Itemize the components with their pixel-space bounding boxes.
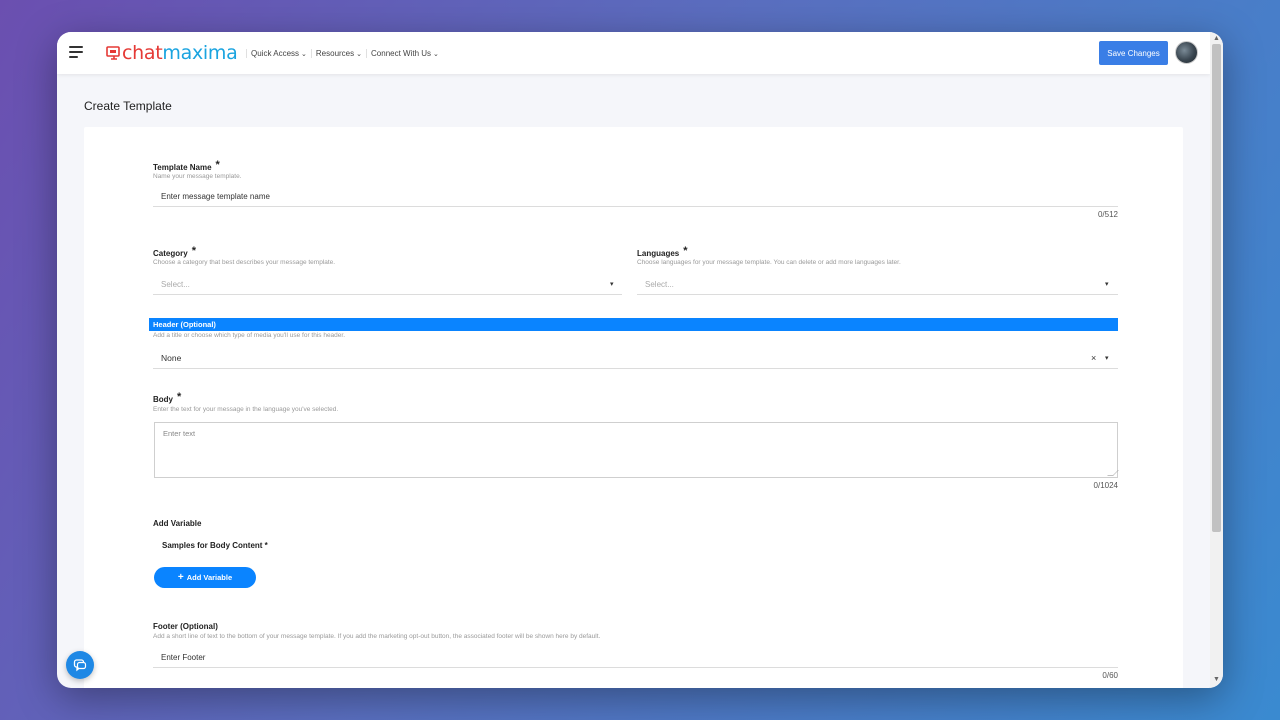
footer-input[interactable]: Enter Footer [153, 648, 1118, 668]
template-name-counter: 0/512 [1097, 210, 1118, 219]
label-text: Category [153, 249, 188, 258]
app-window: chat maxima Quick Access ⌄ Resources ⌄ Conn… [57, 32, 1223, 688]
required-star: * [191, 245, 196, 257]
logo-text-chat: chat [122, 42, 163, 64]
samples-body-content-label: Samples for Body Content * [162, 541, 268, 550]
chevron-down-icon[interactable]: ▾ [1105, 354, 1109, 362]
hamburger-icon[interactable] [69, 46, 83, 58]
logo-monitor-icon [106, 46, 120, 60]
label-text: Template Name [153, 163, 212, 172]
required-star: * [215, 159, 220, 171]
form-card: Template Name * Name your message templat… [84, 127, 1183, 688]
chevron-down-icon[interactable]: ▾ [1105, 280, 1109, 288]
body-label: Body * [153, 391, 182, 405]
footer-counter: 0/60 [1102, 671, 1118, 680]
chevron-down-icon: ⌄ [301, 51, 307, 58]
footer-hint: Add a short line of text to the bottom o… [153, 633, 601, 640]
nav-menu: Quick Access ⌄ Resources ⌄ Connect With Us… [246, 49, 443, 58]
scroll-up-arrow-icon[interactable]: ▲ [1213, 35, 1220, 42]
languages-hint: Choose languages for your message templa… [637, 259, 901, 266]
plus-icon: + [177, 572, 184, 583]
scroll-thumb[interactable] [1212, 44, 1221, 532]
template-name-input[interactable]: Enter message template name [153, 187, 1118, 207]
nav-resources[interactable]: Resources ⌄ [310, 49, 366, 58]
body-textarea[interactable]: Enter text [154, 422, 1119, 478]
chat-bubble-icon [73, 659, 87, 672]
languages-select[interactable]: Select... [637, 274, 1118, 295]
nav-label: Quick Access [251, 49, 300, 58]
vertical-scrollbar[interactable]: ▲ ▼ [1210, 32, 1223, 688]
category-hint: Choose a category that best describes yo… [153, 259, 336, 266]
body-placeholder: Enter text [163, 429, 196, 438]
save-changes-button[interactable]: Save Changes [1099, 41, 1168, 65]
label-text: Body [153, 395, 173, 404]
nav-label: Connect With Us [371, 49, 432, 58]
languages-label: Languages * [637, 245, 688, 259]
footer-label: Footer (Optional) [153, 622, 218, 631]
logo-text-maxima: maxima [162, 42, 238, 64]
clear-icon[interactable]: × [1091, 353, 1096, 363]
header-select[interactable]: None [153, 347, 1118, 369]
add-variable-button[interactable]: + Add Variable [154, 567, 256, 588]
chevron-down-icon: ⌄ [356, 51, 363, 58]
chat-support-button[interactable] [66, 651, 94, 679]
required-star: * [683, 245, 688, 257]
nav-label: Resources [315, 49, 355, 58]
body-counter: 0/1024 [1093, 481, 1118, 490]
header-optional-label: Header (Optional) [149, 318, 1118, 331]
label-text: Languages [637, 249, 680, 258]
resize-grip-icon[interactable] [1107, 470, 1119, 476]
template-name-label: Template Name * [153, 159, 220, 173]
nav-quick-access[interactable]: Quick Access ⌄ [246, 49, 311, 58]
add-variable-label: Add Variable [153, 519, 202, 528]
add-variable-button-label: Add Variable [186, 573, 233, 582]
header-hint: Add a title or choose which type of medi… [153, 332, 346, 339]
template-name-hint: Name your message template. [153, 173, 242, 180]
category-select[interactable]: Select... [153, 274, 622, 295]
top-navbar: chat maxima Quick Access ⌄ Resources ⌄ Conn… [57, 32, 1210, 74]
required-star: * [177, 391, 182, 403]
chatmaxima-logo[interactable]: chat maxima [106, 42, 238, 64]
nav-connect-with-us[interactable]: Connect With Us ⌄ [366, 49, 443, 58]
scroll-down-arrow-icon[interactable]: ▼ [1213, 676, 1220, 683]
chevron-down-icon[interactable]: ▾ [610, 280, 614, 288]
page-title: Create Template [84, 99, 172, 113]
category-label: Category * [153, 245, 196, 259]
chevron-down-icon: ⌄ [433, 51, 439, 58]
user-avatar[interactable] [1175, 41, 1198, 64]
body-hint: Enter the text for your message in the l… [153, 406, 339, 413]
